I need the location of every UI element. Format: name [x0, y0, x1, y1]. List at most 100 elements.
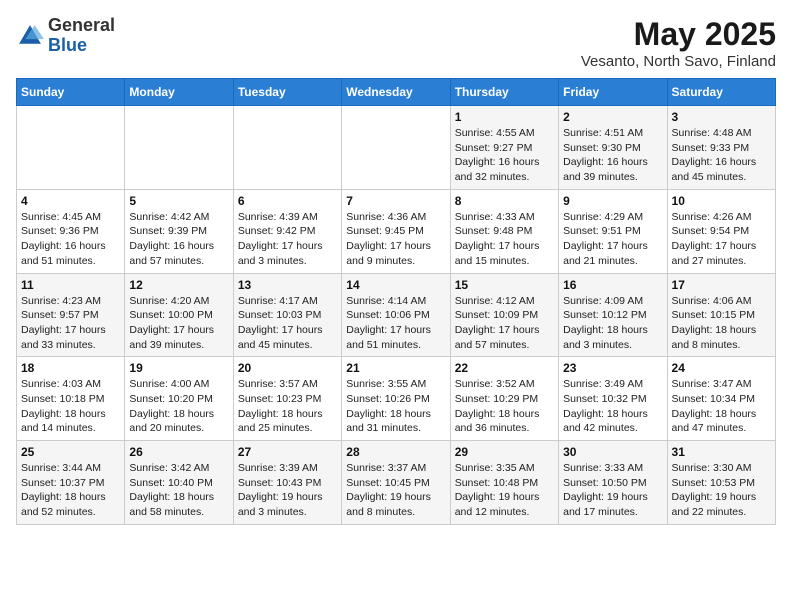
- day-info: Sunrise: 3:47 AM Sunset: 10:34 PM Daylig…: [672, 377, 771, 436]
- day-cell: 18Sunrise: 4:03 AM Sunset: 10:18 PM Dayl…: [17, 357, 125, 441]
- day-cell: 23 Sunrise: 3:49 AM Sunset: 10:32 PM Dayl…: [559, 357, 667, 441]
- day-info: Sunrise: 3:30 AM Sunset: 10:53 PM Daylig…: [672, 461, 771, 520]
- day-info: Sunrise: 4:12 AM Sunset: 10:09 PM Daylig…: [455, 294, 554, 353]
- day-info: Sunrise: 3:39 AM Sunset: 10:43 PM Daylig…: [238, 461, 337, 520]
- header-day-wednesday: Wednesday: [342, 79, 450, 106]
- page-header: General Blue May 2025 Vesanto, North Sav…: [16, 16, 776, 70]
- header-day-saturday: Saturday: [667, 79, 775, 106]
- day-cell: 28Sunrise: 3:37 AM Sunset: 10:45 PM Dayl…: [342, 441, 450, 525]
- title-block: May 2025 Vesanto, North Savo, Finland: [581, 16, 776, 70]
- day-number: 14: [346, 278, 445, 292]
- calendar-subtitle: Vesanto, North Savo, Finland: [581, 53, 776, 70]
- day-info: Sunrise: 3:55 AM Sunset: 10:26 PM Daylig…: [346, 377, 445, 436]
- day-cell: [342, 106, 450, 190]
- day-number: 30: [563, 445, 662, 459]
- day-cell: 14 Sunrise: 4:14 AM Sunset: 10:06 PM Dayl…: [342, 273, 450, 357]
- day-number: 7: [346, 194, 445, 208]
- week-row-3: 11Sunrise: 4:23 AM Sunset: 9:57 PM Dayli…: [17, 273, 776, 357]
- day-info: Sunrise: 3:35 AM Sunset: 10:48 PM Daylig…: [455, 461, 554, 520]
- day-info: Sunrise: 3:37 AM Sunset: 10:45 PM Daylig…: [346, 461, 445, 520]
- day-number: 1: [455, 110, 554, 124]
- day-info: Sunrise: 4:45 AM Sunset: 9:36 PM Dayligh…: [21, 210, 120, 269]
- day-number: 16: [563, 278, 662, 292]
- day-number: 31: [672, 445, 771, 459]
- day-info: Sunrise: 3:49 AM Sunset: 10:32 PM Daylig…: [563, 377, 662, 436]
- day-cell: 11Sunrise: 4:23 AM Sunset: 9:57 PM Dayli…: [17, 273, 125, 357]
- day-cell: 17Sunrise: 4:06 AM Sunset: 10:15 PM Dayl…: [667, 273, 775, 357]
- day-cell: [233, 106, 341, 190]
- day-info: Sunrise: 4:55 AM Sunset: 9:27 PM Dayligh…: [455, 126, 554, 185]
- day-number: 27: [238, 445, 337, 459]
- day-info: Sunrise: 4:29 AM Sunset: 9:51 PM Dayligh…: [563, 210, 662, 269]
- week-row-1: 1 Sunrise: 4:55 AM Sunset: 9:27 PM Daylig…: [17, 106, 776, 190]
- day-number: 8: [455, 194, 554, 208]
- day-info: Sunrise: 4:09 AM Sunset: 10:12 PM Daylig…: [563, 294, 662, 353]
- logo: General Blue: [16, 16, 115, 56]
- day-info: Sunrise: 4:26 AM Sunset: 9:54 PM Dayligh…: [672, 210, 771, 269]
- day-cell: 26 Sunrise: 3:42 AM Sunset: 10:40 PM Dayl…: [125, 441, 233, 525]
- day-number: 5: [129, 194, 228, 208]
- day-cell: [17, 106, 125, 190]
- day-info: Sunrise: 4:23 AM Sunset: 9:57 PM Dayligh…: [21, 294, 120, 353]
- day-number: 24: [672, 361, 771, 375]
- logo-general-text: General: [48, 16, 115, 36]
- day-info: Sunrise: 3:44 AM Sunset: 10:37 PM Daylig…: [21, 461, 120, 520]
- day-cell: 16 Sunrise: 4:09 AM Sunset: 10:12 PM Dayl…: [559, 273, 667, 357]
- day-cell: 20 Sunrise: 3:57 AM Sunset: 10:23 PM Dayl…: [233, 357, 341, 441]
- header-day-monday: Monday: [125, 79, 233, 106]
- calendar-table: SundayMondayTuesdayWednesdayThursdayFrid…: [16, 78, 776, 525]
- day-info: Sunrise: 3:33 AM Sunset: 10:50 PM Daylig…: [563, 461, 662, 520]
- header-row: SundayMondayTuesdayWednesdayThursdayFrid…: [17, 79, 776, 106]
- day-cell: 31 Sunrise: 3:30 AM Sunset: 10:53 PM Dayl…: [667, 441, 775, 525]
- day-info: Sunrise: 4:48 AM Sunset: 9:33 PM Dayligh…: [672, 126, 771, 185]
- day-info: Sunrise: 4:42 AM Sunset: 9:39 PM Dayligh…: [129, 210, 228, 269]
- day-number: 23: [563, 361, 662, 375]
- day-cell: 21 Sunrise: 3:55 AM Sunset: 10:26 PM Dayl…: [342, 357, 450, 441]
- day-cell: 9Sunrise: 4:29 AM Sunset: 9:51 PM Daylig…: [559, 189, 667, 273]
- day-cell: 30 Sunrise: 3:33 AM Sunset: 10:50 PM Dayl…: [559, 441, 667, 525]
- day-number: 20: [238, 361, 337, 375]
- day-info: Sunrise: 3:42 AM Sunset: 10:40 PM Daylig…: [129, 461, 228, 520]
- day-info: Sunrise: 4:33 AM Sunset: 9:48 PM Dayligh…: [455, 210, 554, 269]
- day-cell: 8 Sunrise: 4:33 AM Sunset: 9:48 PM Daylig…: [450, 189, 558, 273]
- day-number: 15: [455, 278, 554, 292]
- day-cell: 3 Sunrise: 4:48 AM Sunset: 9:33 PM Daylig…: [667, 106, 775, 190]
- week-row-4: 18Sunrise: 4:03 AM Sunset: 10:18 PM Dayl…: [17, 357, 776, 441]
- day-number: 21: [346, 361, 445, 375]
- day-info: Sunrise: 4:20 AM Sunset: 10:00 PM Daylig…: [129, 294, 228, 353]
- day-cell: 6Sunrise: 4:39 AM Sunset: 9:42 PM Daylig…: [233, 189, 341, 273]
- header-day-tuesday: Tuesday: [233, 79, 341, 106]
- day-number: 12: [129, 278, 228, 292]
- day-number: 26: [129, 445, 228, 459]
- day-number: 25: [21, 445, 120, 459]
- day-number: 10: [672, 194, 771, 208]
- day-cell: 15 Sunrise: 4:12 AM Sunset: 10:09 PM Dayl…: [450, 273, 558, 357]
- day-info: Sunrise: 4:14 AM Sunset: 10:06 PM Daylig…: [346, 294, 445, 353]
- day-number: 3: [672, 110, 771, 124]
- day-cell: 2 Sunrise: 4:51 AM Sunset: 9:30 PM Daylig…: [559, 106, 667, 190]
- logo-blue-text: Blue: [48, 36, 115, 56]
- header-day-friday: Friday: [559, 79, 667, 106]
- day-number: 19: [129, 361, 228, 375]
- day-cell: 4Sunrise: 4:45 AM Sunset: 9:36 PM Daylig…: [17, 189, 125, 273]
- calendar-title: May 2025: [581, 16, 776, 53]
- day-number: 2: [563, 110, 662, 124]
- day-number: 29: [455, 445, 554, 459]
- day-info: Sunrise: 3:57 AM Sunset: 10:23 PM Daylig…: [238, 377, 337, 436]
- day-cell: 27 Sunrise: 3:39 AM Sunset: 10:43 PM Dayl…: [233, 441, 341, 525]
- day-info: Sunrise: 4:06 AM Sunset: 10:15 PM Daylig…: [672, 294, 771, 353]
- day-info: Sunrise: 4:51 AM Sunset: 9:30 PM Dayligh…: [563, 126, 662, 185]
- day-cell: 13Sunrise: 4:17 AM Sunset: 10:03 PM Dayl…: [233, 273, 341, 357]
- week-row-2: 4Sunrise: 4:45 AM Sunset: 9:36 PM Daylig…: [17, 189, 776, 273]
- day-cell: 7 Sunrise: 4:36 AM Sunset: 9:45 PM Daylig…: [342, 189, 450, 273]
- day-info: Sunrise: 4:36 AM Sunset: 9:45 PM Dayligh…: [346, 210, 445, 269]
- day-cell: 12 Sunrise: 4:20 AM Sunset: 10:00 PM Dayl…: [125, 273, 233, 357]
- header-day-sunday: Sunday: [17, 79, 125, 106]
- day-number: 22: [455, 361, 554, 375]
- day-info: Sunrise: 4:03 AM Sunset: 10:18 PM Daylig…: [21, 377, 120, 436]
- day-cell: 25 Sunrise: 3:44 AM Sunset: 10:37 PM Dayl…: [17, 441, 125, 525]
- day-info: Sunrise: 4:39 AM Sunset: 9:42 PM Dayligh…: [238, 210, 337, 269]
- header-day-thursday: Thursday: [450, 79, 558, 106]
- day-number: 13: [238, 278, 337, 292]
- day-cell: 10 Sunrise: 4:26 AM Sunset: 9:54 PM Dayli…: [667, 189, 775, 273]
